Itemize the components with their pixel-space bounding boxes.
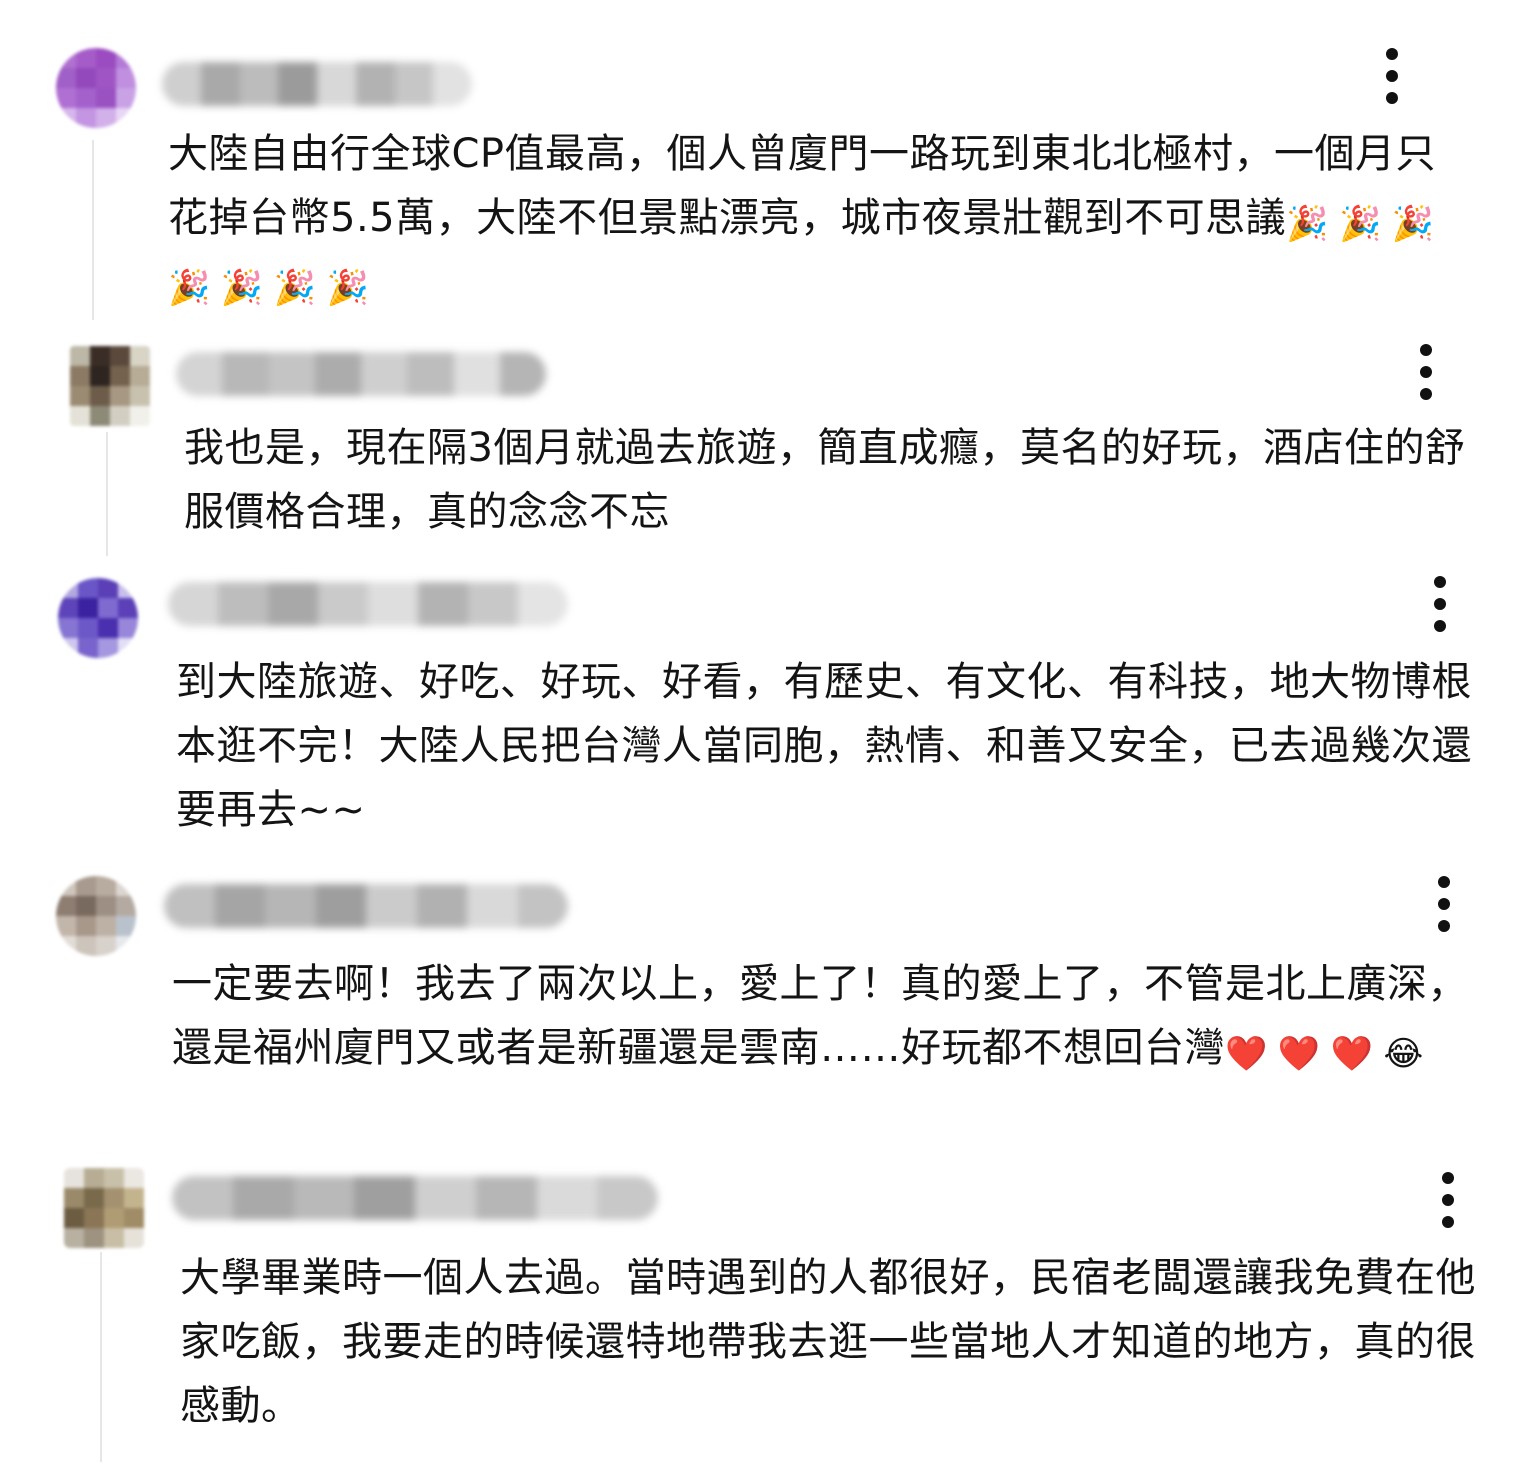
party-popper-emoji: 🎉 <box>1286 204 1329 244</box>
avatar[interactable] <box>56 876 136 956</box>
tears-of-joy-emoji: 😂 <box>1383 1034 1424 1074</box>
thread-line <box>92 140 94 320</box>
thread-line <box>100 1252 102 1462</box>
username-blurred[interactable] <box>164 884 568 928</box>
party-popper-emoji: 🎉 <box>1338 204 1382 244</box>
comment-body: 到大陸旅遊、好吃、好玩、好看，有歷史、有文化、有科技，地大物博根本逛不完！大陸人… <box>176 659 1472 833</box>
username-blurred[interactable] <box>162 62 472 106</box>
comment-text: 到大陸旅遊、好吃、好玩、好看，有歷史、有文化、有科技，地大物博根本逛不完！大陸人… <box>176 650 1486 842</box>
avatar[interactable] <box>70 346 150 426</box>
avatar[interactable] <box>56 48 136 128</box>
more-vertical-icon[interactable] <box>1428 1160 1468 1240</box>
avatar[interactable] <box>64 1168 144 1248</box>
comment-text: 大陸自由行全球CP值最高，個人曾廈門一路玩到東北北極村，一個月只花掉台幣5.5萬… <box>168 122 1458 314</box>
comment-text: 我也是，現在隔3個月就過去旅遊，簡直成癮，莫名的好玩，酒店住的舒服價格合理，真的… <box>184 416 1494 544</box>
thread-line <box>106 432 108 556</box>
party-popper-emoji: 🎉 <box>273 268 317 308</box>
comment-body: 一定要去啊！我去了兩次以上，愛上了！真的愛上了，不管是北上廣深，還是福州廈門又或… <box>172 961 1468 1071</box>
comment-body: 大學畢業時一個人去過。當時遇到的人都很好，民宿老闆還讓我免費在他家吃飯，我要走的… <box>180 1255 1476 1429</box>
red-heart-emoji: ❤️ <box>1330 1034 1374 1074</box>
party-popper-emoji: 🎉 <box>326 268 370 308</box>
more-vertical-icon[interactable] <box>1372 36 1412 116</box>
avatar[interactable] <box>58 578 138 658</box>
comment-text: 大學畢業時一個人去過。當時遇到的人都很好，民宿老闆還讓我免費在他家吃飯，我要走的… <box>180 1246 1500 1438</box>
more-vertical-icon[interactable] <box>1406 332 1446 412</box>
party-popper-emoji: 🎉 <box>220 268 264 308</box>
username-blurred[interactable] <box>176 352 546 396</box>
more-vertical-icon[interactable] <box>1420 564 1460 644</box>
party-popper-emoji: 🎉 <box>1391 204 1435 244</box>
username-blurred[interactable] <box>168 582 568 626</box>
red-heart-emoji: ❤️ <box>1225 1034 1268 1074</box>
comment-text: 一定要去啊！我去了兩次以上，愛上了！真的愛上了，不管是北上廣深，還是福州廈門又或… <box>172 952 1502 1080</box>
username-blurred[interactable] <box>172 1176 658 1220</box>
party-popper-emoji: 🎉 <box>168 268 211 308</box>
comment-body: 我也是，現在隔3個月就過去旅遊，簡直成癮，莫名的好玩，酒店住的舒服價格合理，真的… <box>184 425 1466 535</box>
red-heart-emoji: ❤️ <box>1277 1034 1321 1074</box>
comment-body: 大陸自由行全球CP值最高，個人曾廈門一路玩到東北北極村，一個月只花掉台幣5.5萬… <box>168 131 1437 241</box>
more-vertical-icon[interactable] <box>1424 864 1464 944</box>
